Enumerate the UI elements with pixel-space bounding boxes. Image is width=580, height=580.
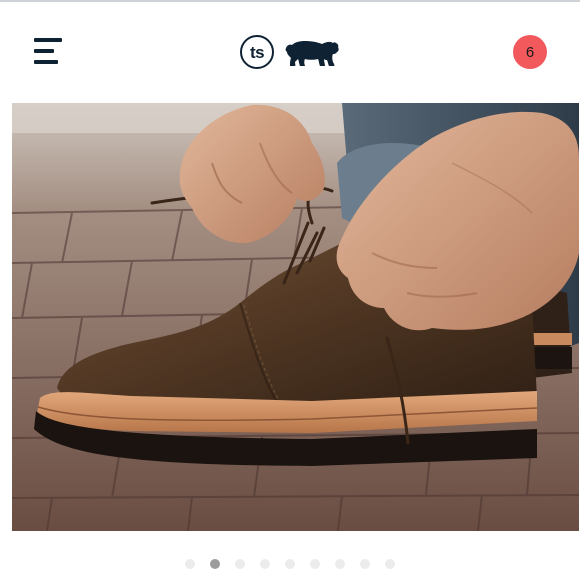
menu-line	[34, 38, 62, 42]
product-page: ts 6	[0, 0, 580, 580]
pagination-dot[interactable]	[185, 559, 195, 569]
pagination-dot[interactable]	[360, 559, 370, 569]
pagination-dot[interactable]	[335, 559, 345, 569]
logo-monogram: ts	[240, 35, 274, 69]
product-photo-illustration	[12, 103, 579, 531]
pagination-dot[interactable]	[285, 559, 295, 569]
gallery-pagination	[0, 559, 580, 571]
hamburger-menu-icon[interactable]	[34, 36, 64, 68]
header-bar: ts 6	[0, 2, 580, 102]
pagination-dot[interactable]	[235, 559, 245, 569]
menu-line	[34, 60, 58, 64]
product-image[interactable]	[12, 103, 579, 531]
pagination-dot[interactable]	[260, 559, 270, 569]
cart-count-badge[interactable]: 6	[513, 35, 547, 69]
pagination-dot-active[interactable]	[210, 559, 220, 569]
bear-icon	[285, 41, 339, 66]
brand-logo[interactable]: ts	[240, 34, 340, 70]
pagination-dot[interactable]	[310, 559, 320, 569]
pagination-dot[interactable]	[385, 559, 395, 569]
menu-line	[34, 49, 54, 53]
